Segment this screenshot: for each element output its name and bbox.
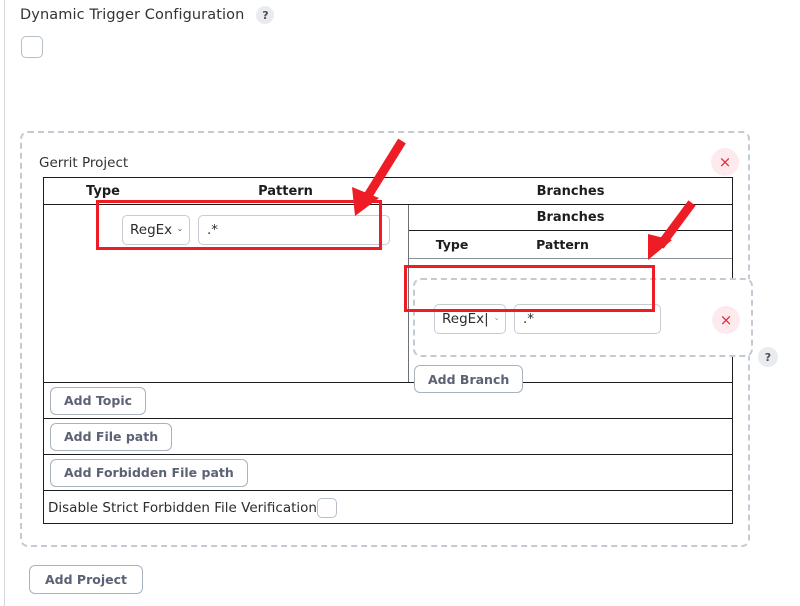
add-forbidden-file-path-row: Add Forbidden File path xyxy=(44,455,732,491)
add-branch-wrap: Add Branch xyxy=(414,365,524,393)
branch-type-select[interactable]: RegEx| xyxy=(434,304,506,334)
branch-row: RegEx| .* × xyxy=(413,278,753,357)
project-type-select[interactable]: RegEx xyxy=(122,215,190,245)
branch-column-header-type: Type xyxy=(435,237,469,252)
add-topic-button[interactable]: Add Topic xyxy=(50,386,147,415)
disable-strict-verification-row: Disable Strict Forbidden File Verificati… xyxy=(44,491,732,524)
dynamic-trigger-enable-checkbox[interactable] xyxy=(21,36,43,58)
branch-column-header-pattern: Pattern xyxy=(536,237,589,252)
chevron-down-icon xyxy=(495,318,498,320)
delete-branch-button[interactable]: × xyxy=(712,306,740,334)
branch-type-pattern-group: RegEx| .* xyxy=(434,304,661,334)
add-branch-button[interactable]: Add Branch xyxy=(414,365,524,393)
project-row: RegEx .* Branches Type Pattern RegEx| .*… xyxy=(44,205,753,393)
side-help-icon[interactable]: ? xyxy=(758,347,778,367)
table-header-row: Type Pattern Branches xyxy=(44,178,732,205)
gerrit-project-label: Gerrit Project xyxy=(39,155,129,171)
page-title: Dynamic Trigger Configuration xyxy=(20,7,245,23)
project-type-value: RegEx xyxy=(130,222,173,238)
project-type-pattern-group: RegEx .* xyxy=(122,215,390,245)
add-file-path-row: Add File path xyxy=(44,419,732,455)
chevron-down-icon xyxy=(178,229,182,232)
gerrit-project-container: Gerrit Project × Type Pattern Branches R… xyxy=(20,131,753,547)
column-header-type: Type xyxy=(86,183,120,199)
add-project-button[interactable]: Add Project xyxy=(29,565,143,594)
branches-header-row: Type Pattern xyxy=(409,231,732,259)
project-pattern-cell: RegEx .* xyxy=(44,205,409,382)
disable-strict-verification-label: Disable Strict Forbidden File Verificati… xyxy=(48,499,317,516)
add-forbidden-file-path-button[interactable]: Add Forbidden File path xyxy=(50,458,248,487)
help-icon[interactable]: ? xyxy=(256,6,275,24)
column-header-pattern: Pattern xyxy=(258,183,313,199)
disable-strict-verification-checkbox[interactable] xyxy=(316,497,337,518)
project-pattern-input[interactable]: .* xyxy=(198,215,390,245)
add-project-wrap: Add Project xyxy=(29,565,143,594)
add-topic-row: Add Topic xyxy=(44,383,732,419)
add-file-path-button[interactable]: Add File path xyxy=(50,422,173,451)
delete-project-button[interactable]: × xyxy=(711,148,739,176)
section-header: Dynamic Trigger Configuration ? xyxy=(20,6,275,24)
project-table: Type Pattern Branches RegEx .* Branches … xyxy=(43,177,753,524)
branch-pattern-input[interactable]: .* xyxy=(514,304,661,334)
column-header-branches: Branches xyxy=(536,183,605,199)
branches-title: Branches xyxy=(409,205,732,231)
branch-type-value: RegEx| xyxy=(442,311,489,327)
page-gutter-line xyxy=(4,0,5,606)
branches-cell: Branches Type Pattern RegEx| .* × Add Br… xyxy=(409,205,753,393)
